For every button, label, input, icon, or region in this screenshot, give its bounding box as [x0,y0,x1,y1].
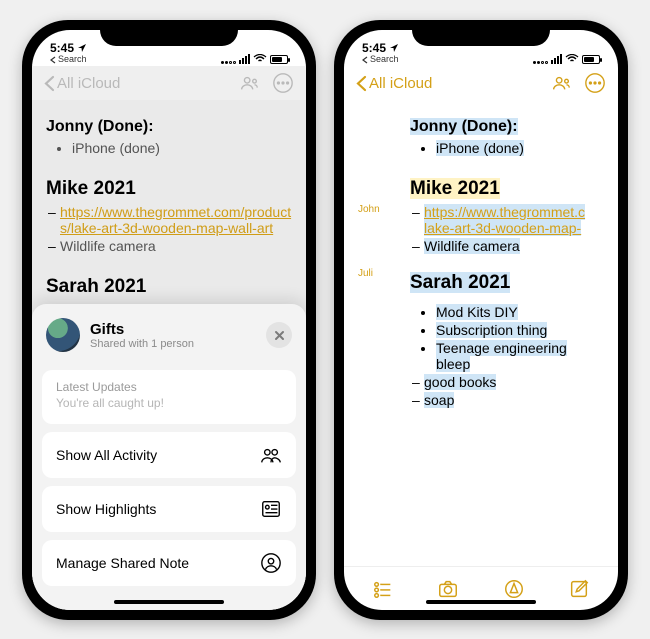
section-title: Sarah 2021 [410,272,604,294]
list-item: Teenage engineering bleep [436,340,604,372]
notch [100,20,238,46]
battery-icon [582,55,600,64]
sheet-title: Gifts [90,321,256,338]
section-title: Jonny (Done): [410,118,604,136]
author-label: Juli [358,268,373,279]
chevron-left-icon [356,75,367,92]
share-sheet: Gifts Shared with 1 person Latest Update… [32,304,306,610]
list-item: iPhone (done) [436,140,604,156]
signal-icon [551,54,562,64]
person-circle-icon [260,552,282,574]
location-icon [77,43,87,53]
status-time: 5:45 [362,42,386,54]
home-indicator[interactable] [114,600,224,604]
list-item[interactable]: https://www.thegrommet.com/products/lake… [60,204,292,236]
more-icon[interactable] [584,72,606,94]
show-all-activity-button[interactable]: Show All Activity [42,432,296,478]
section-title: Sarah 2021 [46,276,292,298]
section-title: Mike 2021 [46,178,292,200]
back-button[interactable]: All iCloud [356,75,432,92]
list-item: Wildlife camera [424,238,604,254]
highlights-icon [260,498,282,520]
wifi-icon [565,54,579,64]
battery-icon [270,55,288,64]
sheet-subtitle: Shared with 1 person [90,338,256,350]
phone-left: 5:45 Search All iCloud [22,20,316,620]
list-item: Mod Kits DIY [436,304,604,320]
people-icon [260,444,282,466]
list-item: iPhone (done) [72,140,292,156]
phone-right: 5:45 Search All iCloud [334,20,628,620]
list-item: good books [424,374,604,390]
cell-dots-icon [221,54,236,64]
signal-icon [239,54,250,64]
camera-icon[interactable] [437,578,459,600]
list-item: Subscription thing [436,322,604,338]
home-indicator[interactable] [426,600,536,604]
latest-updates-card: Latest Updates You're all caught up! [42,370,296,424]
search-breadcrumb[interactable]: Search [50,55,87,64]
avatar [46,318,80,352]
wifi-icon [253,54,267,64]
back-button[interactable]: All iCloud [44,75,120,92]
checklist-icon[interactable] [372,578,394,600]
more-icon[interactable] [272,72,294,94]
list-item: Wildlife camera [60,238,292,254]
location-icon [389,43,399,53]
search-breadcrumb[interactable]: Search [362,55,399,64]
compose-icon[interactable] [568,578,590,600]
section-title: Jonny (Done): [46,118,292,136]
note-content-highlighted[interactable]: Jonny (Done): iPhone (done) John Mike 20… [344,100,618,566]
chevron-left-icon [44,75,55,92]
author-label: John [358,204,380,215]
markup-icon[interactable] [503,578,525,600]
manage-shared-note-button[interactable]: Manage Shared Note [42,540,296,586]
nav-header: All iCloud [344,66,618,100]
status-time: 5:45 [50,42,74,54]
list-item: soap [424,392,604,408]
notch [412,20,550,46]
nav-header: All iCloud [32,66,306,100]
close-icon [274,330,285,341]
show-highlights-button[interactable]: Show Highlights [42,486,296,532]
close-button[interactable] [266,322,292,348]
collaborate-icon[interactable] [238,72,260,94]
section-title: Mike 2021 [410,178,604,200]
collaborate-icon[interactable] [550,72,572,94]
cell-dots-icon [533,54,548,64]
list-item[interactable]: https://www.thegrommet.c lake-art-3d-woo… [424,204,604,236]
